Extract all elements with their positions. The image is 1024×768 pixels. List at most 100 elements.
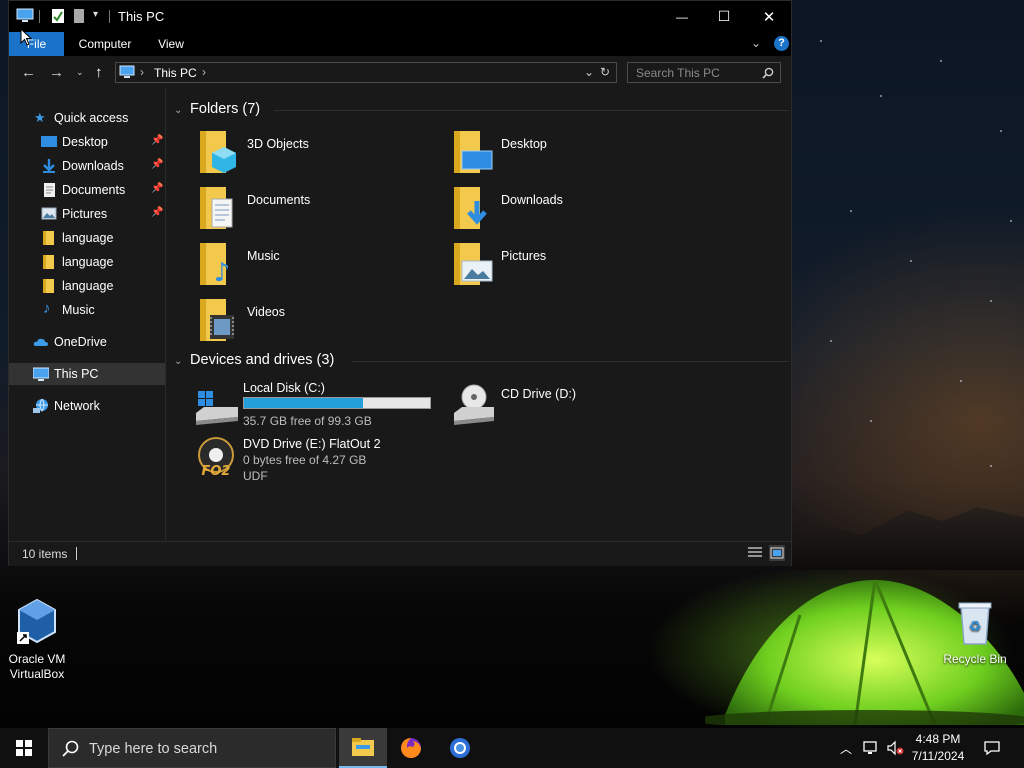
svg-text:♻: ♻	[969, 619, 982, 635]
navigation-pane: ★ Quick access Desktop 📌 Downloads 📌 Doc…	[9, 89, 166, 541]
drive-dvd-e[interactable]: FO2 DVD Drive (E:) FlatOut 2 0 bytes fre…	[192, 435, 452, 491]
desktop-icon	[41, 136, 57, 147]
folder-pictures[interactable]: Pictures	[450, 241, 690, 293]
folders-group-header[interactable]: ⌄ Folders (7)	[174, 101, 260, 117]
nav-item-pictures[interactable]: Pictures 📌	[9, 203, 165, 225]
tab-computer[interactable]: Computer	[69, 32, 141, 56]
local-disk-icon	[196, 391, 238, 425]
drive-name: CD Drive (D:)	[501, 387, 576, 401]
folder-3d-objects[interactable]: 3D Objects	[196, 129, 436, 181]
drive-name: Local Disk (C:)	[243, 381, 325, 395]
desktop-folder-icon	[454, 131, 493, 173]
taskbar-search-box[interactable]: Type here to search	[48, 728, 336, 768]
taskbar-file-explorer[interactable]	[339, 728, 387, 768]
ribbon-tabs: File Computer View ⌄ ?	[9, 32, 791, 56]
nav-this-pc[interactable]: This PC	[9, 363, 165, 385]
start-button[interactable]	[0, 728, 48, 768]
taskbar-firefox[interactable]	[387, 728, 435, 768]
collapse-chevron-icon: ⌄	[174, 105, 183, 116]
documents-icon	[44, 183, 55, 197]
nav-item-desktop[interactable]: Desktop 📌	[9, 131, 165, 153]
nav-item-language[interactable]: language	[9, 275, 165, 297]
forward-button[interactable]: →	[49, 64, 64, 81]
nav-item-music[interactable]: ♪ Music	[9, 299, 165, 321]
star-icon: ★	[34, 110, 46, 125]
desktop-icon-label: Oracle VM VirtualBox	[8, 652, 66, 681]
help-button[interactable]: ?	[774, 36, 789, 51]
collapse-chevron-icon: ⌄	[174, 356, 183, 367]
maximize-button[interactable]: ☐	[701, 1, 747, 32]
folder-videos[interactable]: Videos	[196, 297, 436, 349]
nav-label: language	[62, 231, 114, 245]
tab-view[interactable]: View	[149, 32, 193, 56]
customize-quick-access-chevron-icon[interactable]: ▾	[93, 9, 98, 20]
folder-label: 3D Objects	[247, 137, 309, 151]
network-status-button[interactable]	[860, 728, 882, 768]
mouse-cursor-icon	[20, 28, 32, 46]
address-history-chevron-icon[interactable]: ⌄	[584, 65, 594, 79]
details-view-icon	[748, 547, 762, 557]
nav-item-downloads[interactable]: Downloads 📌	[9, 155, 165, 177]
nav-label: Quick access	[54, 111, 129, 125]
disk-usage-bar	[243, 397, 431, 409]
file-explorer-window: ▾ This PC — ☐ ✕ File Computer View ⌄ ? ←…	[8, 0, 792, 566]
nav-item-documents[interactable]: Documents 📌	[9, 179, 165, 201]
folder-desktop[interactable]: Desktop	[450, 129, 690, 181]
devices-group-header[interactable]: ⌄ Devices and drives (3)	[174, 352, 334, 368]
minimize-button[interactable]: —	[659, 1, 705, 32]
virtualbox-icon	[17, 598, 56, 644]
tab-file[interactable]: File	[9, 32, 64, 56]
this-pc-icon	[119, 65, 135, 78]
show-hidden-icons-button[interactable]: ︿	[836, 728, 856, 768]
back-button[interactable]: ←	[21, 64, 36, 81]
folder-downloads[interactable]: Downloads	[450, 185, 690, 237]
chromium-icon	[450, 738, 470, 758]
new-folder-icon[interactable]	[73, 8, 85, 24]
clock-date: 7/11/2024	[911, 749, 965, 763]
properties-icon[interactable]	[51, 8, 65, 24]
action-center-button[interactable]	[978, 728, 1006, 768]
nav-label: Desktop	[62, 135, 108, 149]
breadcrumb-separator-icon: ›	[140, 65, 144, 79]
search-input[interactable]	[634, 65, 758, 81]
downloads-icon	[43, 159, 55, 173]
search-box[interactable]	[627, 62, 781, 83]
nav-network[interactable]: Network	[9, 395, 165, 417]
pin-icon: 📌	[151, 207, 164, 218]
folder-documents[interactable]: Documents	[196, 185, 436, 237]
desktop-icon-virtualbox[interactable]: Oracle VM VirtualBox	[2, 598, 72, 682]
desktop-icon-label: Recycle Bin	[943, 652, 1007, 666]
nav-label: Documents	[62, 183, 126, 197]
close-icon: ✕	[762, 8, 776, 26]
nav-item-language[interactable]: language	[9, 251, 165, 273]
breadcrumb-separator-icon: ›	[202, 65, 206, 79]
recent-locations-button[interactable]: ⌄	[76, 67, 84, 78]
folder-music[interactable]: ♪ Music	[196, 241, 436, 293]
taskbar-clock[interactable]: 4:48 PM 7/11/2024	[900, 731, 976, 765]
drive-local-disk-c[interactable]: Local Disk (C:) 35.7 GB free of 99.3 GB	[192, 379, 452, 435]
close-button[interactable]: ✕	[746, 1, 792, 32]
address-bar[interactable]: › This PC › ⌄ ↻	[115, 62, 617, 83]
details-view-button[interactable]	[747, 546, 763, 560]
refresh-icon[interactable]: ↻	[600, 65, 610, 79]
nav-onedrive[interactable]: OneDrive	[9, 331, 165, 353]
chevron-up-icon: ︿	[839, 741, 852, 756]
nav-quick-access[interactable]: ★ Quick access	[9, 107, 165, 129]
taskbar-chromium[interactable]	[436, 728, 484, 768]
nav-item-language[interactable]: language	[9, 227, 165, 249]
minimize-icon: —	[676, 9, 688, 24]
drive-free-space: 0 bytes free of 4.27 GB	[243, 453, 367, 467]
title-bar[interactable]: ▾ This PC — ☐ ✕	[9, 1, 791, 32]
up-button[interactable]: ↑	[95, 64, 103, 81]
folder-icon	[43, 279, 54, 293]
drive-cd-d[interactable]: CD Drive (D:)	[450, 379, 710, 435]
desktop-icon-recycle-bin[interactable]: ♻ Recycle Bin	[940, 600, 1010, 666]
nav-label: language	[62, 255, 114, 269]
breadcrumb-this-pc[interactable]: This PC	[154, 66, 197, 80]
pictures-folder-icon	[454, 243, 493, 285]
large-icons-view-button[interactable]	[769, 545, 785, 561]
expand-ribbon-chevron-icon[interactable]: ⌄	[751, 36, 761, 50]
pin-icon: 📌	[151, 183, 164, 194]
help-icon: ?	[778, 37, 785, 49]
videos-folder-icon	[200, 299, 234, 341]
